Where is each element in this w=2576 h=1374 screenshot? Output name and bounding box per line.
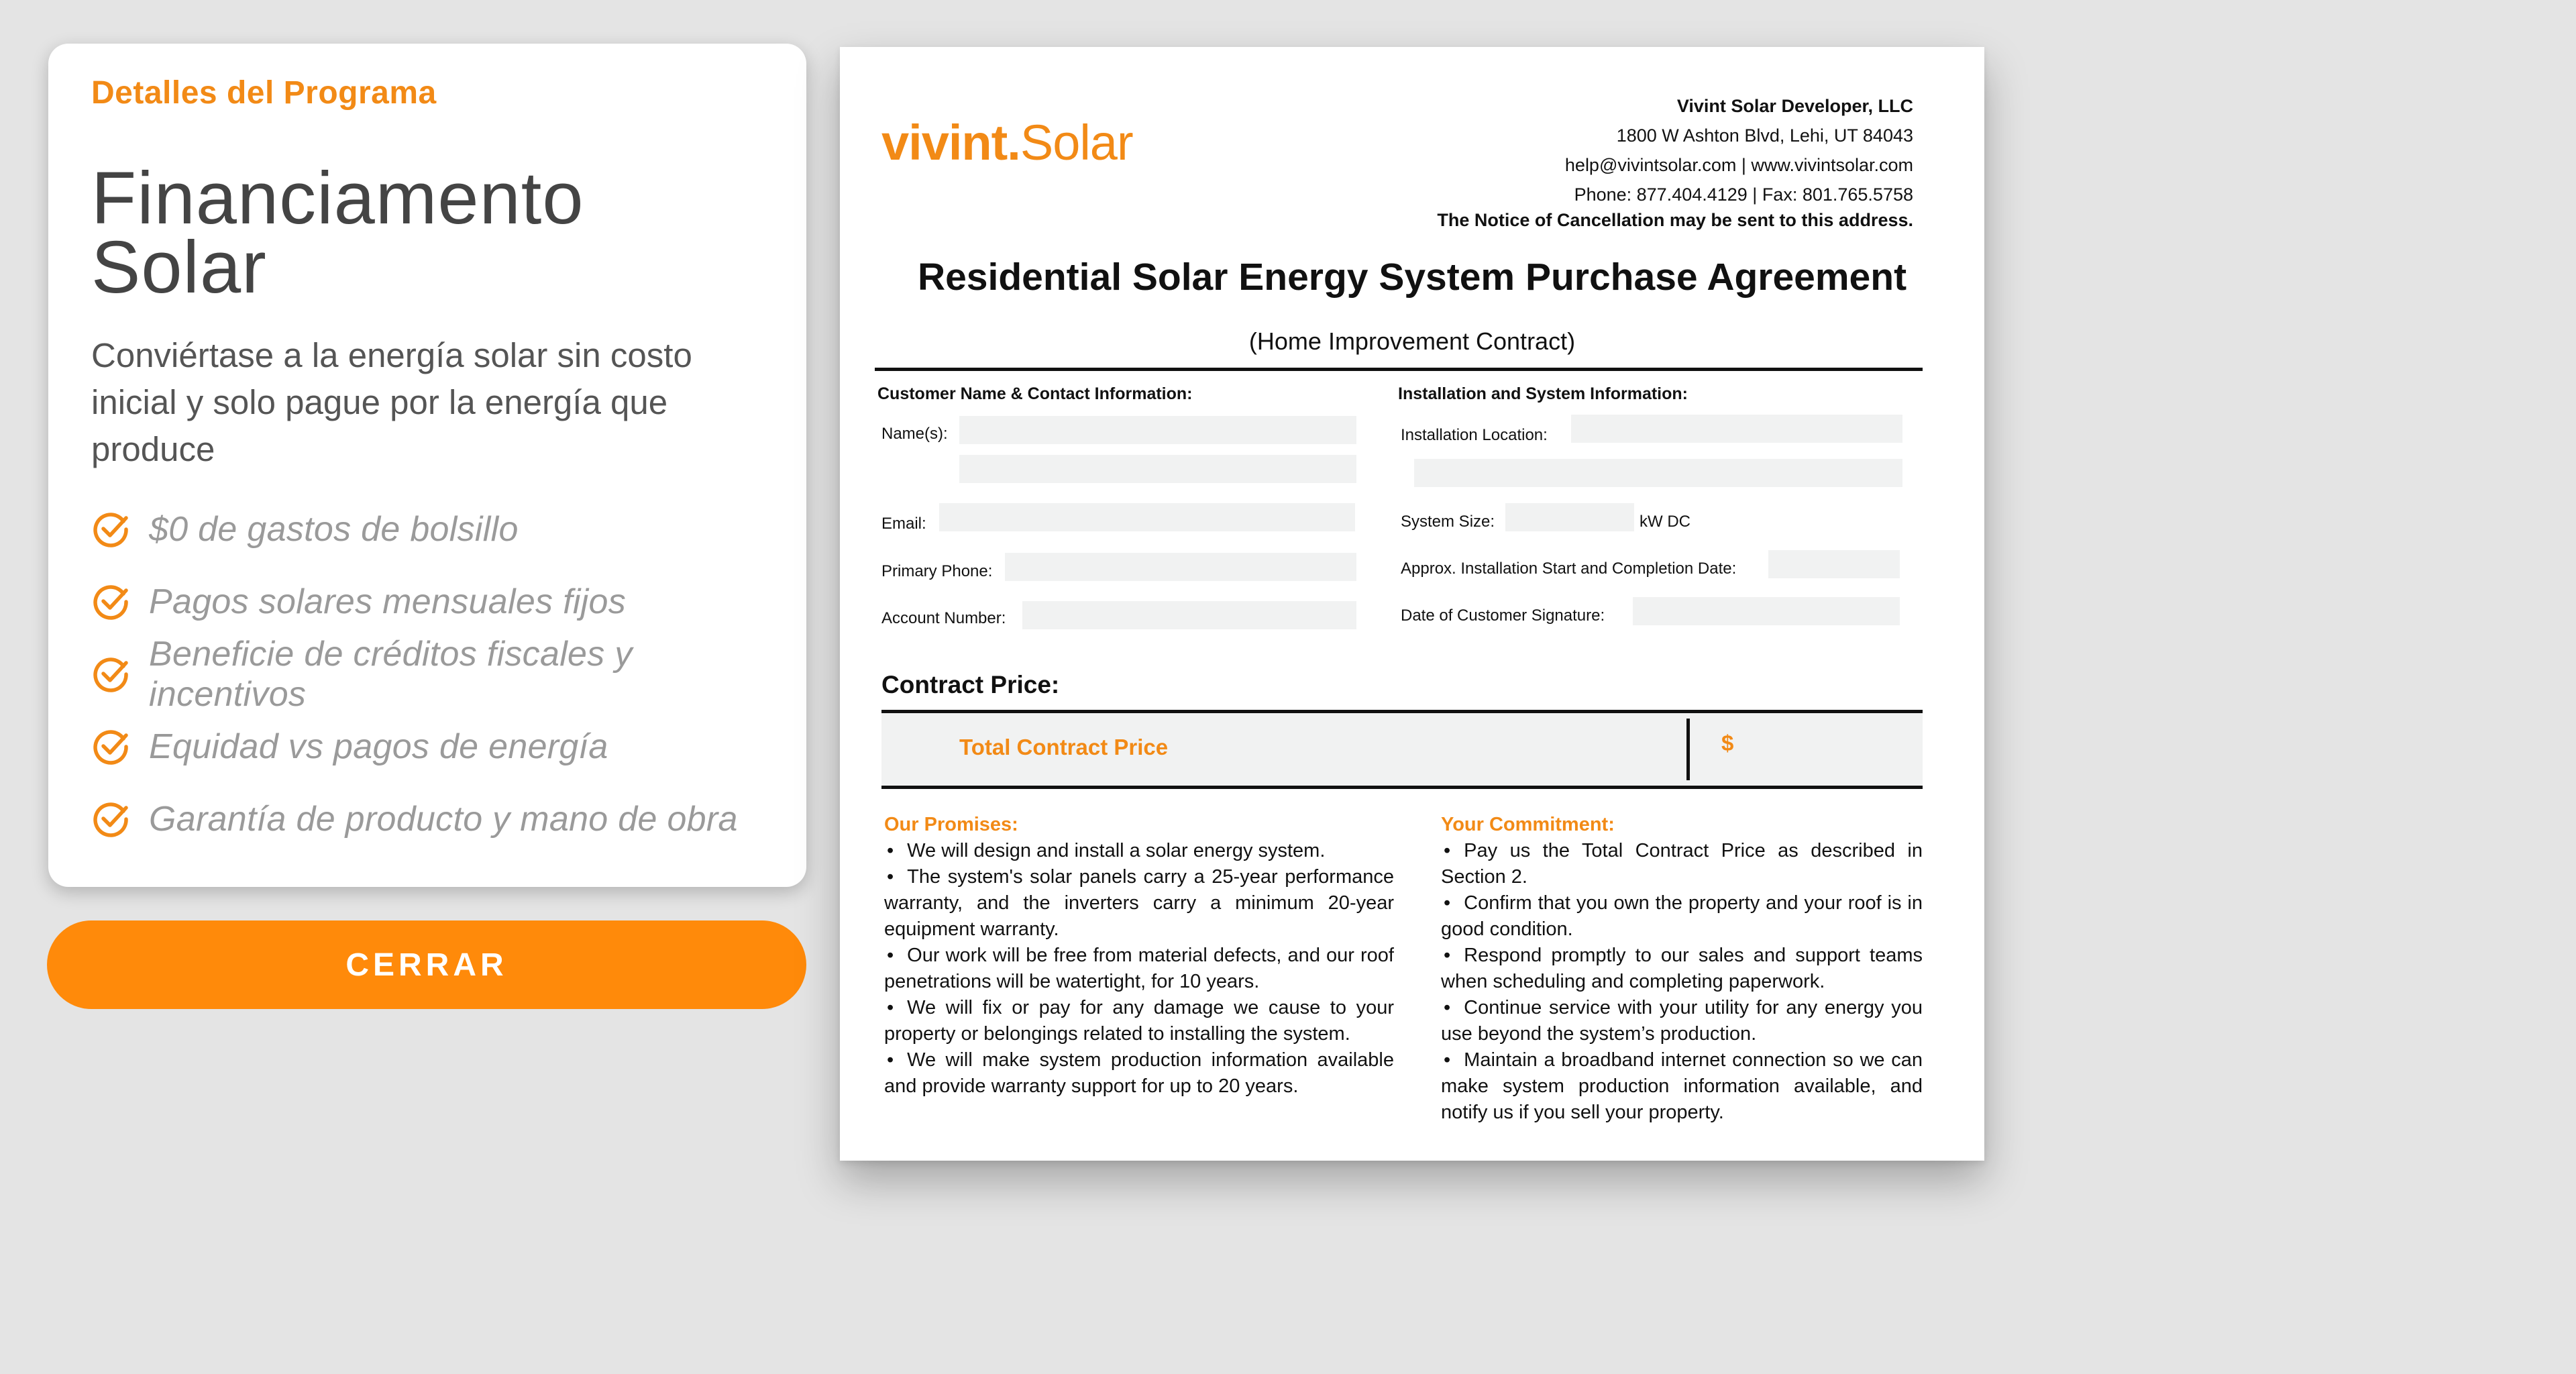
commitment-item: Respond promptly to our sales and suppor… xyxy=(1441,943,1923,995)
vivint-solar-logo: vivint.Solar xyxy=(881,115,1134,170)
customer-section-heading: Customer Name & Contact Information: xyxy=(877,384,1193,403)
company-info: Vivint Solar Developer, LLC 1800 W Ashto… xyxy=(1437,91,1913,235)
promises-list: We will design and install a solar energ… xyxy=(884,838,1394,1100)
currency-symbol: $ xyxy=(1721,731,1734,755)
email-field[interactable] xyxy=(939,503,1355,531)
company-web: help@vivintsolar.com | www.vivintsolar.c… xyxy=(1564,155,1913,175)
card-eyebrow: Detalles del Programa xyxy=(91,75,437,111)
installation-location-field-2[interactable] xyxy=(1414,459,1902,487)
document-subtitle: (Home Improvement Contract) xyxy=(1248,327,1576,355)
check-circle-icon xyxy=(91,654,131,694)
installation-location-field-1[interactable] xyxy=(1571,415,1902,443)
benefit-item: Pagos solares mensuales fijos xyxy=(91,566,763,638)
card-title: Financiamento Solar xyxy=(91,156,584,309)
benefit-label: Beneficie de créditos fiscales y incenti… xyxy=(149,634,633,714)
card-description: Conviértase a la energía solar sin costo… xyxy=(91,335,692,468)
commitment-item: Maintain a broadband internet connection… xyxy=(1441,1047,1923,1126)
benefit-item: Garantía de producto y mano de obra xyxy=(91,783,763,855)
benefit-label: $0 de gastos de bolsillo xyxy=(149,509,519,549)
cancellation-notice: The Notice of Cancellation may be sent t… xyxy=(1437,210,1913,230)
names-label: Name(s): xyxy=(881,425,948,443)
check-circle-icon xyxy=(91,582,131,622)
benefit-label: Equidad vs pagos de energía xyxy=(149,727,608,766)
check-circle-icon xyxy=(91,727,131,767)
your-commitment: Your Commitment: Pay us the Total Contra… xyxy=(1441,812,1923,1126)
contract-document-preview: vivint.Solar Vivint Solar Developer, LLC… xyxy=(840,47,1984,1161)
signature-date-label: Date of Customer Signature: xyxy=(1401,606,1605,625)
commitment-item: Confirm that you own the property and yo… xyxy=(1441,890,1923,943)
benefit-item: $0 de gastos de bolsillo xyxy=(91,493,763,566)
our-promises-heading: Our Promises: xyxy=(884,814,1018,835)
installation-location-label: Installation Location: xyxy=(1401,426,1548,444)
promise-item: We will design and install a solar energ… xyxy=(884,838,1394,864)
program-details-card: Detalles del Programa Financiamento Sola… xyxy=(48,44,806,887)
total-contract-price-label: Total Contract Price xyxy=(959,735,1169,759)
company-name: Vivint Solar Developer, LLC xyxy=(1676,96,1913,116)
install-section-heading: Installation and System Information: xyxy=(1398,384,1688,403)
benefit-label: Pagos solares mensuales fijos xyxy=(149,582,627,621)
install-dates-label: Approx. Installation Start and Completio… xyxy=(1401,560,1737,578)
system-size-field[interactable] xyxy=(1505,503,1634,531)
benefit-label: Garantía de producto y mano de obra xyxy=(149,799,738,839)
benefit-item: Beneficie de créditos fiscales y incenti… xyxy=(91,635,763,714)
account-number-field[interactable] xyxy=(1022,601,1356,629)
names-field-1[interactable] xyxy=(959,416,1356,444)
system-size-label: System Size: xyxy=(1401,513,1495,531)
price-divider xyxy=(1686,719,1690,780)
document-title: Residential Solar Energy System Purchase… xyxy=(917,256,1907,299)
commitment-list: Pay us the Total Contract Price as descr… xyxy=(1441,838,1923,1126)
account-number-label: Account Number: xyxy=(881,609,1006,627)
check-circle-icon xyxy=(91,509,131,549)
benefit-item: Equidad vs pagos de energía xyxy=(91,710,763,783)
primary-phone-label: Primary Phone: xyxy=(881,562,993,580)
our-promises: Our Promises: We will design and install… xyxy=(884,812,1394,1100)
close-button[interactable]: CERRAR xyxy=(47,920,806,1009)
header-divider xyxy=(875,368,1923,371)
names-field-2[interactable] xyxy=(959,455,1356,483)
system-size-unit: kW DC xyxy=(1640,513,1690,531)
contract-price-heading: Contract Price: xyxy=(881,671,1060,698)
promise-item: We will fix or pay for any damage we cau… xyxy=(884,995,1394,1047)
primary-phone-field[interactable] xyxy=(1005,553,1356,581)
your-commitment-heading: Your Commitment: xyxy=(1441,814,1615,835)
promise-item: We will make system production informati… xyxy=(884,1047,1394,1100)
signature-date-field[interactable] xyxy=(1633,597,1900,625)
check-circle-icon xyxy=(91,799,131,839)
benefits-list: $0 de gastos de bolsillo Pagos solares m… xyxy=(91,493,763,855)
promise-item: The system's solar panels carry a 25-yea… xyxy=(884,864,1394,943)
email-label: Email: xyxy=(881,515,926,533)
install-dates-field[interactable] xyxy=(1768,550,1900,578)
total-contract-price-row: Total Contract Price $ xyxy=(881,710,1923,789)
company-address: 1800 W Ashton Blvd, Lehi, UT 84043 xyxy=(1616,125,1913,146)
promise-item: Our work will be free from material defe… xyxy=(884,943,1394,995)
commitment-item: Continue service with your utility for a… xyxy=(1441,995,1923,1047)
commitment-item: Pay us the Total Contract Price as descr… xyxy=(1441,838,1923,890)
